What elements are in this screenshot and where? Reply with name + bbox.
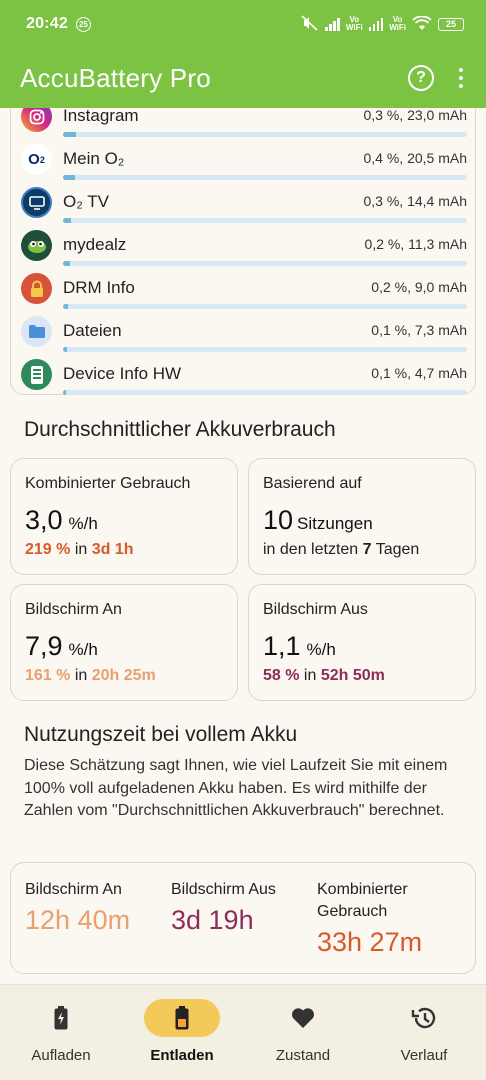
- app-row-dateien[interactable]: Dateien 0,1 %, 7,3 mAh: [11, 316, 477, 359]
- battery-charging-icon: [23, 999, 99, 1037]
- app-bar: AccuBattery Pro ?: [0, 48, 486, 108]
- card-value: 3,0 %/h: [25, 505, 98, 535]
- folder-icon: [21, 316, 52, 347]
- notification-count-icon: 25: [75, 16, 91, 32]
- vowifi-icon: Vo WiFi: [389, 15, 406, 32]
- usage-bar: [63, 132, 467, 137]
- heart-icon: [265, 999, 341, 1037]
- app-usage-value: 0,3 %, 14,4 mAh: [363, 193, 467, 209]
- signal-icon: [368, 17, 384, 31]
- app-row-mydealz[interactable]: mydealz 0,2 %, 11,3 mAh: [11, 230, 477, 273]
- app-usage-value: 0,2 %, 11,3 mAh: [364, 236, 467, 252]
- card-sub: 161 % in 20h 25m: [25, 667, 156, 684]
- app-name: Mein O₂: [63, 149, 125, 168]
- estimate-screen-on: Bildschirm An 12h 40m: [25, 879, 130, 936]
- estimate-screen-off: Bildschirm Aus 3d 19h: [171, 879, 276, 936]
- o2-icon: O2: [21, 144, 52, 175]
- nav-aufladen[interactable]: Aufladen: [1, 999, 121, 1064]
- nav-label: Entladen: [150, 1047, 214, 1064]
- usage-bar-fill: [63, 261, 70, 266]
- estimate-label: Bildschirm Aus: [171, 881, 276, 898]
- card-value: 10 Sitzungen: [263, 505, 373, 535]
- card-label: Bildschirm Aus: [263, 601, 368, 618]
- card-label: Bildschirm An: [25, 601, 122, 618]
- usage-bar: [63, 175, 467, 180]
- vowifi-icon: Vo WiFi: [345, 15, 363, 32]
- status-icons: Vo WiFi Vo WiFi 25: [301, 15, 464, 33]
- app-name: Instagram: [63, 106, 139, 125]
- card-value: 1,1 %/h: [263, 631, 336, 661]
- card-sub: 219 % in 3d 1h: [25, 541, 134, 558]
- app-row-o2-tv[interactable]: O₂ TV 0,3 %, 14,4 mAh: [11, 187, 477, 230]
- app-name: Device Info HW: [63, 364, 182, 383]
- app-row-mein-o2[interactable]: O2 Mein O₂ 0,4 %, 20,5 mAh: [11, 144, 477, 187]
- full-battery-description: Diese Schätzung sagt Ihnen, wie viel Lau…: [24, 757, 448, 819]
- mydealz-icon: [21, 230, 52, 261]
- app-usage-value: 0,4 %, 20,5 mAh: [363, 150, 467, 166]
- estimate-value: 12h 40m: [25, 905, 131, 935]
- nav-label: Zustand: [275, 1047, 331, 1064]
- estimate-label: Kombinierter Gebrauch: [317, 881, 408, 920]
- signal-icon: [325, 17, 340, 31]
- app-usage-value: 0,1 %, 4,7 mAh: [371, 365, 467, 381]
- app-name: O₂ TV: [63, 192, 109, 211]
- app-name: DRM Info: [63, 278, 135, 297]
- estimate-value: 33h 27m: [317, 927, 423, 957]
- wifi-icon: [412, 15, 432, 33]
- usage-bar-fill: [63, 304, 69, 309]
- app-row-drm-info[interactable]: DRM Info 0,2 %, 9,0 mAh: [11, 273, 477, 316]
- usage-bar-fill: [63, 175, 75, 180]
- combined-usage-card[interactable]: Kombinierter Gebrauch 3,0 %/h 219 % in 3d…: [10, 458, 238, 575]
- estimate-label: Bildschirm An: [25, 881, 122, 898]
- screen-off-card[interactable]: Bildschirm Aus 1,1 %/h 58 % in 52h 50m: [248, 584, 476, 701]
- usage-bar: [63, 261, 467, 266]
- more-options-icon[interactable]: [456, 67, 466, 89]
- device-info-icon: [21, 359, 52, 390]
- usage-bar: [63, 390, 467, 395]
- usage-bar: [63, 347, 467, 352]
- top-bar: 20:42 25 Vo WiFi Vo WiFi 25 AccuBattery Pr…: [0, 0, 486, 108]
- usage-bar-fill: [63, 132, 77, 137]
- card-label: Basierend auf: [263, 475, 362, 492]
- nav-zustand[interactable]: Zustand: [243, 999, 363, 1064]
- lock-icon: [21, 273, 52, 304]
- card-sub: 58 % in 52h 50m: [263, 667, 385, 684]
- app-usage-value: 0,2 %, 9,0 mAh: [371, 279, 467, 295]
- tv-icon: [21, 187, 52, 218]
- full-battery-card: Bildschirm An 12h 40m Bildschirm Aus 3d …: [10, 862, 476, 974]
- full-battery-title: Nutzungszeit bei vollem Akku: [24, 723, 298, 746]
- app-row-device-info-hw[interactable]: Device Info HW 0,1 %, 4,7 mAh: [11, 359, 477, 402]
- avg-usage-title: Durchschnittlicher Akkuverbrauch: [24, 418, 336, 441]
- battery-icon: 25: [438, 17, 464, 31]
- nav-label: Verlauf: [400, 1047, 448, 1064]
- usage-bar: [63, 304, 467, 309]
- screen-on-card[interactable]: Bildschirm An 7,9 %/h 161 % in 20h 25m: [10, 584, 238, 701]
- mute-icon: [301, 15, 319, 33]
- app-name: Dateien: [63, 321, 122, 340]
- card-value: 7,9 %/h: [25, 631, 98, 661]
- bottom-navigation: Aufladen Entladen Zustand Verlauf: [0, 984, 486, 1080]
- app-usage-value: 0,1 %, 7,3 mAh: [371, 322, 467, 338]
- help-icon[interactable]: ?: [408, 65, 434, 91]
- history-icon: [386, 999, 462, 1037]
- card-label: Kombinierter Gebrauch: [25, 475, 191, 492]
- battery-discharge-icon: [144, 999, 220, 1037]
- estimate-combined: Kombinierter Gebrauch 33h 27m: [317, 879, 437, 958]
- usage-bar: [63, 218, 467, 223]
- nav-verlauf[interactable]: Verlauf: [364, 999, 484, 1064]
- usage-bar-fill: [63, 390, 67, 395]
- app-usage-list: Instagram 0,3 %, 23,0 mAh O2 Mein O₂ 0,4…: [10, 80, 476, 395]
- status-bar: 20:42 25 Vo WiFi Vo WiFi 25: [0, 0, 486, 48]
- usage-bar-fill: [63, 218, 72, 223]
- based-on-card[interactable]: Basierend auf 10 Sitzungen in den letzten…: [248, 458, 476, 575]
- nav-entladen[interactable]: Entladen: [122, 999, 242, 1064]
- status-time: 20:42: [26, 15, 68, 32]
- app-name: mydealz: [63, 235, 127, 254]
- nav-label: Aufladen: [31, 1047, 91, 1064]
- estimate-value: 3d 19h: [171, 905, 254, 935]
- app-title: AccuBattery Pro: [20, 62, 211, 93]
- app-usage-value: 0,3 %, 23,0 mAh: [363, 107, 467, 123]
- card-sub: in den letzten 7 Tagen: [263, 541, 420, 558]
- usage-bar-fill: [63, 347, 68, 352]
